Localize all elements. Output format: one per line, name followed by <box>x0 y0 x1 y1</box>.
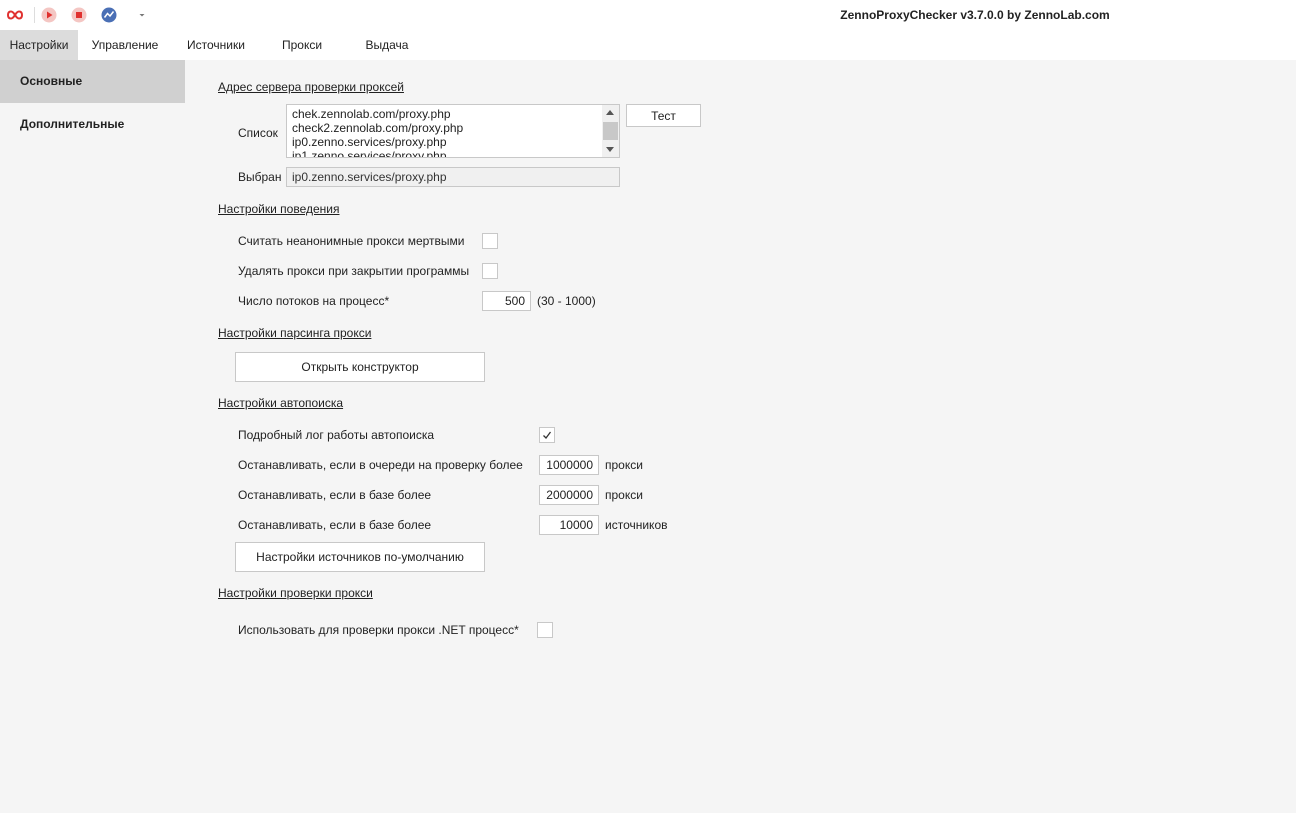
server-section-title: Адрес сервера проверки проксей <box>218 80 404 94</box>
tab-output[interactable]: Выдача <box>356 30 418 60</box>
threads-input[interactable]: 500 <box>482 291 531 311</box>
tab-management[interactable]: Управление <box>84 30 166 60</box>
check-icon <box>543 431 552 439</box>
tab-proxies[interactable]: Прокси <box>272 30 332 60</box>
queue-limit-input[interactable]: 1000000 <box>539 455 599 475</box>
sources-limit-input[interactable]: 10000 <box>539 515 599 535</box>
list-item[interactable]: ip0.zenno.services/proxy.php <box>287 135 603 149</box>
parsing-section-title: Настройки парсинга прокси <box>218 326 372 340</box>
queue-limit-label: Останавливать, если в очереди на проверк… <box>238 458 523 472</box>
app-title: ZennoProxyChecker v3.7.0.0 by ZennoLab.c… <box>840 8 1110 22</box>
threads-range: (30 - 1000) <box>537 294 596 308</box>
base-limit-unit: прокси <box>605 488 643 502</box>
check-section-title: Настройки проверки прокси <box>218 586 373 600</box>
stop-icon[interactable] <box>71 7 87 23</box>
sidebar-item-main[interactable]: Основные <box>0 60 185 103</box>
tab-settings[interactable]: Настройки <box>0 30 78 60</box>
queue-limit-unit: прокси <box>605 458 643 472</box>
logo-icon[interactable] <box>7 7 23 23</box>
sources-limit-label: Останавливать, если в базе более <box>238 518 432 532</box>
dotnet-check-checkbox[interactable] <box>537 622 553 638</box>
sources-limit-unit: источников <box>605 518 668 532</box>
dead-proxy-label: Считать неанонимные прокси мертвыми <box>238 234 465 248</box>
server-listbox[interactable]: chek.zennolab.com/proxy.php check2.zenno… <box>286 104 620 158</box>
dotnet-check-label: Использовать для проверки прокси .NET пр… <box>238 623 519 637</box>
scroll-down-icon[interactable] <box>606 147 614 152</box>
threads-label: Число потоков на процесс* <box>238 294 390 308</box>
delete-proxy-checkbox[interactable] <box>482 263 498 279</box>
tab-sources[interactable]: Источники <box>178 30 254 60</box>
chart-icon[interactable] <box>101 7 117 23</box>
autosearch-section-title: Настройки автопоиска <box>218 396 344 410</box>
list-label: Список <box>238 126 278 140</box>
selected-server-field: ip0.zenno.services/proxy.php <box>286 167 620 187</box>
sidebar: Основные Дополнительные <box>0 60 185 813</box>
play-icon[interactable] <box>41 7 57 23</box>
list-item[interactable]: chek.zennolab.com/proxy.php <box>287 107 603 121</box>
listbox-scrollbar[interactable] <box>602 105 619 157</box>
toolbar-separator <box>34 7 35 23</box>
scroll-thumb[interactable] <box>603 122 618 140</box>
ribbon-tabs: Настройки Управление Источники Прокси Вы… <box>0 30 1296 60</box>
dead-proxy-checkbox[interactable] <box>482 233 498 249</box>
behavior-section-title: Настройки поведения <box>218 202 340 216</box>
selected-label: Выбран <box>238 170 282 184</box>
title-bar: ZennoProxyChecker v3.7.0.0 by ZennoLab.c… <box>0 0 1296 30</box>
delete-proxy-label: Удалять прокси при закрытии программы <box>238 264 470 278</box>
list-item[interactable]: check2.zennolab.com/proxy.php <box>287 121 603 135</box>
default-sources-button[interactable]: Настройки источников по-умолчанию <box>235 542 485 572</box>
scroll-up-icon[interactable] <box>606 110 614 115</box>
base-limit-label: Останавливать, если в базе более <box>238 488 432 502</box>
autosearch-log-label: Подробный лог работы автопоиска <box>238 428 435 442</box>
test-button[interactable]: Тест <box>626 104 701 127</box>
base-limit-input[interactable]: 2000000 <box>539 485 599 505</box>
autosearch-log-checkbox[interactable] <box>539 427 555 443</box>
sidebar-item-additional[interactable]: Дополнительные <box>0 103 185 146</box>
open-builder-button[interactable]: Открыть конструктор <box>235 352 485 382</box>
dropdown-icon[interactable] <box>134 7 150 23</box>
list-item[interactable]: ip1.zenno.services/proxy.php <box>287 149 603 157</box>
